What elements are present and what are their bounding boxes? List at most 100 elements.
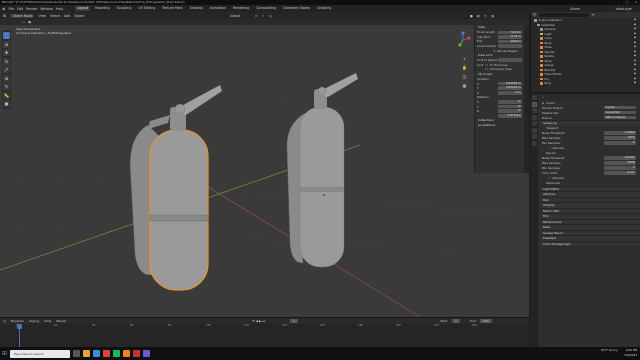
- tab-shading[interactable]: Shading: [188, 6, 205, 11]
- menu-add[interactable]: Add: [64, 14, 70, 18]
- tool-tab-icon[interactable]: [531, 95, 537, 100]
- clock-date[interactable]: 5/9/2023: [624, 353, 637, 358]
- cursor-z-field[interactable]: 0 m: [498, 90, 522, 95]
- current-frame-field[interactable]: 1: [290, 319, 298, 323]
- vp-denoise-checkbox[interactable]: ☑: [548, 146, 551, 150]
- menu-select[interactable]: Select: [50, 14, 60, 18]
- taskbar-search-input[interactable]: Type here to search: [10, 349, 71, 358]
- grid-view-icon[interactable]: ▦: [461, 82, 468, 89]
- tab-layout[interactable]: Layout: [75, 6, 91, 11]
- proportional-edit-icon[interactable]: ◎: [269, 14, 272, 18]
- menu-window[interactable]: Window: [40, 7, 53, 11]
- world-tab-icon[interactable]: [531, 127, 537, 133]
- weather-label[interactable]: 81°F Sunny: [601, 348, 617, 352]
- vp-max-samples-field[interactable]: 1024: [604, 135, 636, 140]
- shading-rendered-icon[interactable]: ○: [484, 14, 487, 18]
- menu-view[interactable]: View: [38, 14, 46, 18]
- viewport-subpanel-header[interactable]: Viewport: [546, 126, 558, 130]
- scale-icon[interactable]: ⤢: [3, 66, 10, 73]
- rotation-mode-select[interactable]: XYZ Euler: [498, 113, 522, 118]
- windows-start-icon[interactable]: ⊞: [2, 350, 7, 357]
- transform-orientation[interactable]: Global: [230, 14, 240, 18]
- advanced-subpanel-header[interactable]: Advanced: [546, 181, 560, 185]
- add-cube-icon[interactable]: ▣: [3, 100, 10, 107]
- render-engine-select[interactable]: Cycles: [604, 105, 636, 110]
- discord-icon[interactable]: [143, 350, 151, 357]
- time-limit-field[interactable]: 0 sec: [604, 170, 636, 175]
- measure-icon[interactable]: 📏: [3, 91, 10, 99]
- tab-geometry-nodes[interactable]: Geometry Nodes: [281, 6, 312, 11]
- playback-controls-icon[interactable]: ⏮◀▶⏭: [252, 319, 266, 323]
- tab-compositing[interactable]: Compositing: [254, 6, 278, 11]
- scene-tab-icon[interactable]: [531, 121, 537, 126]
- output-tab-icon[interactable]: [531, 108, 537, 113]
- editor-type-icon[interactable]: ⊞: [3, 13, 6, 18]
- pan-hand-icon[interactable]: ✋: [461, 64, 468, 71]
- view-layer-tab-icon[interactable]: [531, 114, 537, 120]
- tab-animation[interactable]: Animation: [208, 6, 228, 11]
- r-max-samples-field[interactable]: 4096: [604, 160, 636, 165]
- menu-playback[interactable]: Playback: [11, 319, 24, 323]
- timeline-ruler[interactable]: 0 20 40 60 80 100 120 140 160 180 200 22…: [0, 324, 529, 329]
- lock-to-object-field[interactable]: [498, 58, 522, 63]
- move-icon[interactable]: ✥: [3, 49, 10, 56]
- vp-min-samples-field[interactable]: 0: [604, 140, 636, 145]
- blender-logo-icon[interactable]: ◉: [2, 6, 6, 11]
- start-frame-field[interactable]: 1: [452, 319, 460, 323]
- edge-browser-icon[interactable]: [93, 350, 101, 357]
- menu-file[interactable]: File: [9, 7, 14, 11]
- file-explorer-icon[interactable]: [83, 350, 91, 357]
- render-region-checkbox[interactable]: ☐: [493, 49, 496, 53]
- camera-view-icon[interactable]: ◫: [461, 73, 468, 80]
- tab-scripting[interactable]: Scripting: [315, 6, 333, 11]
- filter-icon[interactable]: ⏷: [592, 13, 595, 17]
- tab-uv-editing[interactable]: UV Editing: [136, 6, 157, 11]
- annotations-header[interactable]: Annotations: [475, 123, 524, 128]
- select-box-icon[interactable]: ⬚: [3, 32, 10, 39]
- tab-sculpting[interactable]: Sculpting: [115, 6, 134, 11]
- chrome-icon[interactable]: [103, 350, 111, 357]
- collection-tab-icon[interactable]: [531, 134, 537, 139]
- menu-help[interactable]: Help: [56, 7, 63, 11]
- outliner-editor-icon[interactable]: ☰: [533, 13, 536, 17]
- 3d-viewport[interactable]: User Perspective (1) Scene Collection | …: [0, 25, 529, 317]
- device-select[interactable]: GPU Compute: [604, 115, 636, 120]
- blender-taskbar-icon[interactable]: [123, 350, 131, 357]
- overlays-icon[interactable]: ◑: [491, 14, 494, 18]
- camera-to-view-checkbox[interactable]: ☐: [485, 67, 488, 71]
- shading-material-icon[interactable]: ◐: [477, 14, 480, 18]
- clip-end-field[interactable]: 1000 m: [498, 39, 522, 44]
- mode-selector[interactable]: Object Mode: [10, 13, 35, 18]
- viewport-scene[interactable]: [0, 25, 529, 317]
- task-view-icon[interactable]: [73, 350, 81, 357]
- select-extend-icon[interactable]: ▣: [28, 20, 31, 24]
- menu-object[interactable]: Object: [74, 14, 84, 18]
- menu-timeline-view[interactable]: View: [44, 319, 51, 323]
- outliner-search-input[interactable]: [538, 13, 589, 17]
- transform-icon[interactable]: ⊞: [3, 74, 10, 82]
- select-mode-icon[interactable]: ▭: [22, 20, 25, 24]
- rotate-icon[interactable]: ↻: [3, 57, 10, 65]
- r-denoise-checkbox[interactable]: ☑: [548, 176, 551, 180]
- cursor-icon[interactable]: ⊕: [3, 40, 10, 48]
- snap-icon[interactable]: ⌖: [262, 14, 264, 18]
- n-panel-tabs[interactable]: [524, 25, 529, 173]
- tab-rendering[interactable]: Rendering: [231, 6, 251, 11]
- substance-painter-icon[interactable]: [133, 350, 141, 357]
- to-3d-cursor-checkbox[interactable]: ☐: [485, 63, 488, 67]
- shading-solid-icon[interactable]: ●: [470, 14, 473, 18]
- render-tab-icon[interactable]: [531, 101, 537, 107]
- tab-modeling[interactable]: Modeling: [93, 6, 112, 11]
- feature-set-select[interactable]: Supported: [604, 110, 636, 115]
- timeline-editor-icon[interactable]: ◷: [3, 319, 6, 323]
- visibility-eye-icon[interactable]: ◉: [634, 81, 636, 86]
- properties-panel-header[interactable]: Color Management: [540, 240, 640, 246]
- menu-edit[interactable]: Edit: [17, 7, 23, 11]
- menu-render[interactable]: Render: [26, 7, 37, 11]
- properties-search-icon[interactable]: ⌕: [542, 95, 544, 99]
- annotate-icon[interactable]: ✎: [3, 83, 10, 90]
- outliner-item[interactable]: Ring ◉: [534, 81, 640, 86]
- menu-marker[interactable]: Marker: [56, 319, 66, 323]
- menu-keying[interactable]: Keying: [29, 319, 39, 323]
- zoom-icon[interactable]: ⌕: [461, 55, 468, 62]
